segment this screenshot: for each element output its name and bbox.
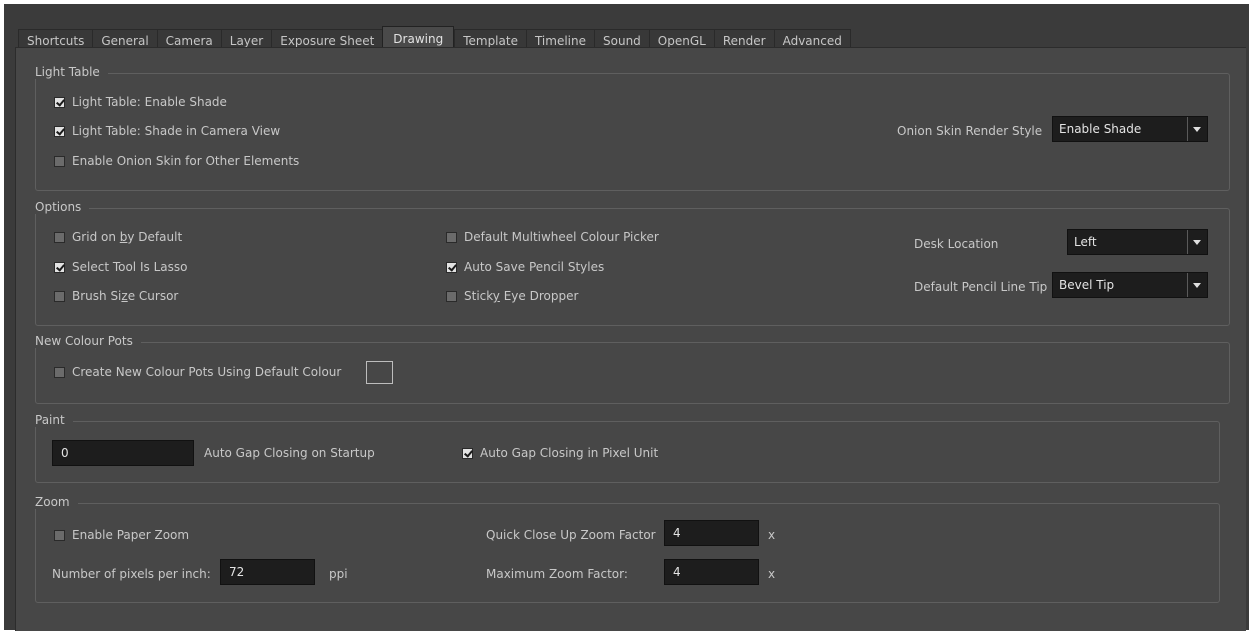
colour-pots-title: New Colour Pots	[35, 334, 141, 348]
sticky-eye-dropper-label: Sticky Eye Dropper	[464, 289, 579, 303]
checkbox-unchecked-icon[interactable]	[54, 529, 65, 541]
desk-location-label: Desk Location	[914, 237, 999, 251]
pencil-line-tip-value: Bevel Tip	[1059, 278, 1115, 292]
max-zoom-unit: x	[768, 567, 776, 581]
auto-save-pencil-label: Auto Save Pencil Styles	[464, 260, 605, 274]
select-lasso-label: Select Tool Is Lasso	[72, 260, 188, 274]
ppi-label: Number of pixels per inch:	[52, 567, 211, 581]
drawing-preferences-pane: Light Table Light Table: Enable Shade Li…	[15, 47, 1246, 631]
options-group: Options	[35, 200, 1230, 326]
dropdown-arrow-icon[interactable]	[1187, 273, 1207, 297]
grid-default-checkbox[interactable]: Grid on by Default	[54, 230, 182, 244]
checkbox-checked-icon[interactable]	[54, 96, 65, 108]
onion-style-value: Enable Shade	[1059, 122, 1142, 136]
default-colour-label: Create New Colour Pots Using Default Col…	[72, 365, 342, 379]
enable-shade-label: Light Table: Enable Shade	[72, 95, 227, 109]
options-title: Options	[35, 200, 90, 214]
quick-zoom-label: Quick Close Up Zoom Factor	[486, 528, 656, 542]
ppi-input[interactable]: 72	[220, 559, 315, 585]
onion-style-dropdown[interactable]: Enable Shade	[1052, 116, 1208, 142]
multiwheel-picker-checkbox[interactable]: Default Multiwheel Colour Picker	[446, 230, 659, 244]
zoom-group: Zoom	[35, 495, 1220, 603]
dropdown-arrow-icon[interactable]	[1187, 117, 1207, 141]
pixel-unit-checkbox[interactable]: Auto Gap Closing in Pixel Unit	[462, 446, 658, 460]
default-colour-swatch[interactable]	[366, 361, 393, 384]
checkbox-unchecked-icon[interactable]	[54, 155, 65, 167]
sticky-eye-dropper-checkbox[interactable]: Sticky Eye Dropper	[446, 289, 578, 303]
auto-save-pencil-checkbox[interactable]: Auto Save Pencil Styles	[446, 260, 604, 274]
select-lasso-checkbox[interactable]: Select Tool Is Lasso	[54, 260, 187, 274]
ppi-unit: ppi	[329, 567, 348, 581]
checkbox-checked-icon[interactable]	[54, 125, 65, 137]
onion-skin-other-checkbox[interactable]: Enable Onion Skin for Other Elements	[54, 154, 299, 168]
desk-location-dropdown[interactable]: Left	[1067, 229, 1208, 255]
onion-skin-other-label: Enable Onion Skin for Other Elements	[72, 154, 300, 168]
paper-zoom-checkbox[interactable]: Enable Paper Zoom	[54, 528, 189, 542]
checkbox-unchecked-icon[interactable]	[54, 231, 65, 243]
pixel-unit-label: Auto Gap Closing in Pixel Unit	[480, 446, 659, 460]
auto-gap-startup-input[interactable]: 0	[52, 440, 194, 466]
enable-shade-checkbox[interactable]: Light Table: Enable Shade	[54, 95, 227, 109]
paper-zoom-label: Enable Paper Zoom	[72, 528, 190, 542]
dropdown-arrow-icon[interactable]	[1187, 230, 1207, 254]
shade-camera-view-checkbox[interactable]: Light Table: Shade in Camera View	[54, 124, 280, 138]
max-zoom-label: Maximum Zoom Factor:	[486, 567, 628, 581]
desk-location-value: Left	[1074, 235, 1097, 249]
pencil-line-tip-dropdown[interactable]: Bevel Tip	[1052, 272, 1208, 298]
checkbox-unchecked-icon[interactable]	[446, 290, 457, 302]
default-colour-checkbox[interactable]: Create New Colour Pots Using Default Col…	[54, 365, 341, 379]
auto-gap-startup-label: Auto Gap Closing on Startup	[204, 446, 375, 460]
grid-default-label: Grid on by Default	[72, 230, 183, 244]
onion-style-label: Onion Skin Render Style	[897, 124, 1043, 138]
paint-title: Paint	[35, 413, 73, 427]
checkbox-unchecked-icon[interactable]	[446, 231, 457, 243]
light-table-title: Light Table	[35, 65, 108, 79]
checkbox-checked-icon[interactable]	[446, 261, 457, 273]
checkbox-unchecked-icon[interactable]	[54, 290, 65, 302]
zoom-title: Zoom	[35, 495, 78, 509]
checkbox-checked-icon[interactable]	[462, 447, 473, 459]
quick-zoom-unit: x	[768, 528, 776, 542]
quick-zoom-input[interactable]: 4	[664, 520, 759, 546]
max-zoom-input[interactable]: 4	[664, 559, 759, 585]
shade-camera-view-label: Light Table: Shade in Camera View	[72, 124, 281, 138]
brush-size-cursor-label: Brush Size Cursor	[72, 289, 179, 303]
brush-size-cursor-checkbox[interactable]: Brush Size Cursor	[54, 289, 178, 303]
pencil-line-tip-label: Default Pencil Line Tip	[914, 280, 1048, 294]
checkbox-checked-icon[interactable]	[54, 261, 65, 273]
multiwheel-picker-label: Default Multiwheel Colour Picker	[464, 230, 659, 244]
checkbox-unchecked-icon[interactable]	[54, 366, 65, 378]
